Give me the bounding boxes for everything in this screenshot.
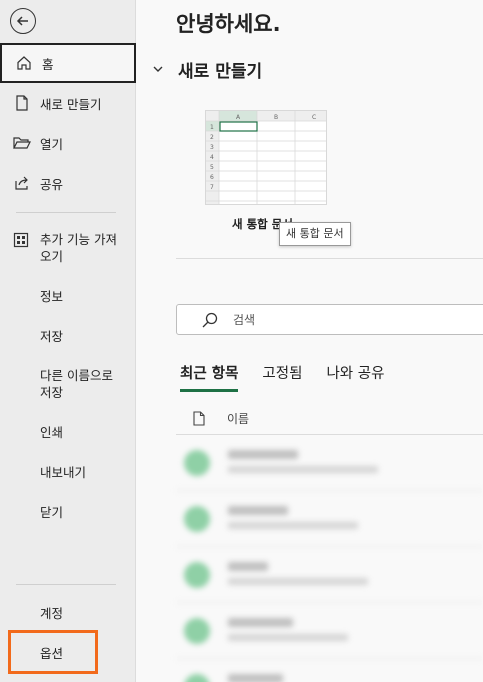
excel-file-icon bbox=[184, 562, 210, 588]
sidebar-item-label: 열기 bbox=[40, 136, 64, 152]
sidebar-item-export[interactable]: 내보내기 bbox=[0, 451, 136, 491]
list-item[interactable] bbox=[176, 548, 483, 603]
sidebar-item-home[interactable]: 홈 bbox=[0, 43, 136, 83]
new-document-icon bbox=[13, 94, 31, 112]
sidebar-item-info[interactable]: 정보 bbox=[0, 275, 136, 315]
chevron-down-icon bbox=[152, 63, 166, 77]
list-item[interactable] bbox=[176, 436, 483, 491]
sidebar-item-get-addins[interactable]: 추가 기능 가져 오기 bbox=[0, 224, 136, 270]
sidebar-item-label: 오기 bbox=[40, 249, 64, 264]
sidebar-item-new[interactable]: 새로 만들기 bbox=[0, 83, 136, 123]
sidebar-item-share[interactable]: 공유 bbox=[0, 163, 136, 203]
tab-shared-with-me[interactable]: 나와 공유 bbox=[326, 362, 384, 392]
options-highlight-box bbox=[8, 630, 98, 674]
search-input[interactable]: 검색 bbox=[176, 304, 483, 335]
tab-pinned[interactable]: 고정됨 bbox=[262, 362, 302, 392]
sidebar-item-label: 저장 bbox=[40, 385, 64, 400]
row-header: 2 bbox=[210, 134, 214, 141]
sidebar-item-label: 인쇄 bbox=[40, 424, 64, 440]
folder-open-icon bbox=[13, 134, 31, 152]
back-button[interactable] bbox=[10, 8, 36, 34]
tooltip: 새 통합 문서 bbox=[279, 222, 351, 246]
blank-workbook-template[interactable]: A B C 1 2 3 4 5 6 7 bbox=[205, 110, 327, 205]
row-header: 3 bbox=[210, 144, 214, 151]
sidebar-item-label: 저장 bbox=[40, 328, 64, 344]
excel-file-icon bbox=[184, 674, 210, 682]
row-header: 7 bbox=[210, 184, 214, 191]
sidebar-divider bbox=[16, 584, 116, 585]
addins-grid-icon bbox=[13, 232, 31, 250]
sidebar-item-label: 정보 bbox=[40, 288, 64, 304]
sidebar-item-open[interactable]: 열기 bbox=[0, 123, 136, 163]
column-header: B bbox=[274, 114, 278, 121]
excel-file-icon bbox=[184, 618, 210, 644]
row-header: 5 bbox=[210, 164, 214, 171]
file-list-header[interactable]: 이름 bbox=[176, 403, 483, 435]
column-header: C bbox=[312, 114, 316, 121]
row-header: 4 bbox=[210, 154, 214, 161]
file-tabs: 최근 항목 고정됨 나와 공유 bbox=[180, 362, 408, 392]
list-item[interactable] bbox=[176, 492, 483, 547]
search-placeholder: 검색 bbox=[233, 313, 256, 327]
sidebar-item-save-as[interactable]: 다른 이름으로 저장 bbox=[40, 367, 130, 401]
sidebar-item-save[interactable]: 저장 bbox=[0, 315, 136, 355]
new-section-header[interactable]: 새로 만들기 bbox=[152, 57, 262, 82]
spreadsheet-thumbnail-icon: A B C 1 2 3 4 5 6 7 bbox=[206, 111, 326, 204]
backstage-sidebar: 홈 새로 만들기 열기 공유 추가 기능 가져 오기 정보 저장 다른 이름으로… bbox=[0, 0, 136, 682]
sidebar-item-print[interactable]: 인쇄 bbox=[0, 411, 136, 451]
sidebar-item-close[interactable]: 닫기 bbox=[0, 491, 136, 531]
section-divider bbox=[176, 258, 483, 259]
list-item[interactable] bbox=[176, 660, 483, 682]
back-arrow-icon bbox=[16, 16, 28, 26]
row-header: 1 bbox=[210, 124, 214, 131]
search-icon bbox=[201, 311, 219, 329]
sidebar-item-label: 계정 bbox=[40, 605, 64, 621]
sidebar-item-label: 추가 기능 가져 bbox=[40, 232, 117, 247]
home-icon bbox=[15, 54, 33, 72]
sidebar-item-label: 홈 bbox=[42, 56, 54, 72]
sidebar-item-label: 내보내기 bbox=[40, 464, 87, 480]
excel-file-icon bbox=[184, 506, 210, 532]
name-column-header: 이름 bbox=[227, 412, 250, 426]
sidebar-item-label: 공유 bbox=[40, 176, 64, 192]
sidebar-item-account[interactable]: 계정 bbox=[0, 592, 136, 632]
share-icon bbox=[13, 174, 31, 192]
sidebar-item-label: 다른 이름으로 bbox=[40, 368, 113, 383]
new-section-title: 새로 만들기 bbox=[178, 62, 263, 82]
file-type-icon bbox=[193, 410, 207, 427]
page-title: 안녕하세요. bbox=[176, 12, 281, 36]
sidebar-item-label: 새로 만들기 bbox=[40, 96, 102, 112]
sidebar-divider bbox=[16, 212, 116, 213]
row-header: 6 bbox=[210, 174, 214, 181]
tab-recent[interactable]: 최근 항목 bbox=[180, 362, 239, 392]
list-item[interactable] bbox=[176, 604, 483, 659]
excel-file-icon bbox=[184, 450, 210, 476]
backstage-main: 안녕하세요. 새로 만들기 A B C 1 2 3 4 5 6 7 새 통합 문… bbox=[136, 0, 483, 682]
sidebar-item-label: 닫기 bbox=[40, 504, 64, 520]
